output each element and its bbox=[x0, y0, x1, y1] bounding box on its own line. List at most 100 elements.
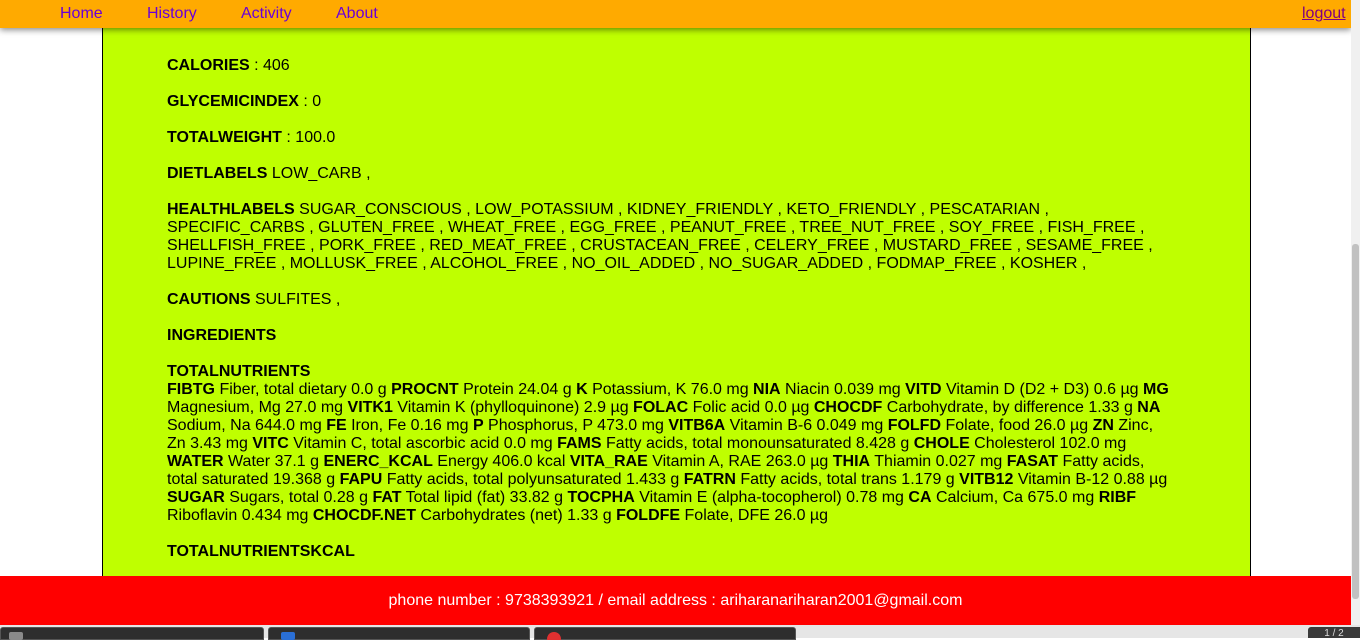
app-icon bbox=[281, 632, 295, 640]
total-weight-row: TOTALWEIGHT : 100.0 bbox=[167, 129, 1173, 147]
total-nutrients-label: TOTALNUTRIENTS bbox=[167, 363, 311, 380]
calories-label: CALORIES bbox=[167, 57, 250, 74]
nutrition-panel: CALORIES : 406 GLYCEMICINDEX : 0 TOTALWE… bbox=[102, 0, 1251, 576]
total-weight-value: : 100.0 bbox=[281, 129, 336, 146]
nutrient-code: CHOLE bbox=[913, 435, 970, 452]
nutrient-code: SUGAR bbox=[167, 489, 225, 506]
nutrient-description: Riboflavin 0.434 mg bbox=[167, 507, 313, 524]
nav-history-link[interactable]: History bbox=[147, 5, 197, 23]
nutrient-code: P bbox=[472, 417, 484, 434]
nutrient-code: VITC bbox=[252, 435, 289, 452]
nutrient-code: VITB12 bbox=[959, 471, 1014, 488]
nutrient-description: Vitamin D (D2 + D3) 0.6 µg bbox=[941, 381, 1144, 398]
scrollbar-thumb[interactable] bbox=[1352, 244, 1359, 599]
nutrient-description: Potassium, K 76.0 mg bbox=[587, 381, 754, 398]
nutrient-description: Sodium, Na 644.0 mg bbox=[167, 417, 327, 434]
nutrient-description: Vitamin K (phylloquinone) 2.9 µg bbox=[392, 399, 634, 416]
top-navbar: Home History Activity About logout bbox=[0, 0, 1351, 28]
nutrient-description: Fatty acids, total trans 1.179 g bbox=[735, 471, 960, 488]
nutrient-code: K bbox=[576, 381, 588, 398]
glycemic-index-value: : 0 bbox=[298, 93, 322, 110]
diet-labels-row: DIETLABELS LOW_CARB , bbox=[167, 165, 1173, 183]
logout-link[interactable]: logout bbox=[1302, 5, 1346, 23]
health-labels-label: HEALTHLABELS bbox=[167, 201, 295, 218]
nutrient-description: Total lipid (fat) 33.82 g bbox=[401, 489, 568, 506]
nav-about-link[interactable]: About bbox=[336, 5, 378, 23]
glycemic-index-row: GLYCEMICINDEX : 0 bbox=[167, 93, 1173, 111]
calories-row: CALORIES : 406 bbox=[167, 57, 1173, 75]
nutrient-code: VITB6A bbox=[668, 417, 726, 434]
health-labels-row: HEALTHLABELS SUGAR_CONSCIOUS , LOW_POTAS… bbox=[167, 201, 1173, 273]
contact-text: phone number : 9738393921 / email addres… bbox=[388, 592, 963, 609]
total-nutrients-kcal-row: TOTALNUTRIENTSKCAL bbox=[167, 543, 1173, 561]
nutrient-description: Fiber, total dietary 0.0 g bbox=[215, 381, 392, 398]
nutrient-description: Vitamin A, RAE 263.0 µg bbox=[647, 453, 833, 470]
page-scrollbar[interactable] bbox=[1351, 0, 1360, 625]
nutrient-code: FAT bbox=[372, 489, 402, 506]
nutrient-description: Sugars, total 0.28 g bbox=[224, 489, 373, 506]
total-nutrients-kcal-label: TOTALNUTRIENTSKCAL bbox=[167, 543, 355, 560]
nutrient-code: PROCNT bbox=[391, 381, 459, 398]
nutrient-code: FATRN bbox=[683, 471, 736, 488]
cautions-label: CAUTIONS bbox=[167, 291, 251, 308]
nutrient-code: FOLAC bbox=[633, 399, 689, 416]
total-nutrients-row: TOTALNUTRIENTS FIBTG Fiber, total dietary… bbox=[167, 363, 1173, 525]
nav-home-link[interactable]: Home bbox=[60, 5, 103, 23]
nutrient-description: Vitamin B-6 0.049 mg bbox=[725, 417, 888, 434]
nutrient-code: FOLFD bbox=[887, 417, 942, 434]
workspace-pager[interactable]: 1 / 2 bbox=[1308, 627, 1360, 639]
nutrient-description: Carbohydrate, by difference 1.33 g bbox=[882, 399, 1138, 416]
nutrient-description: Energy 406.0 kcal bbox=[432, 453, 570, 470]
nutrient-description: Niacin 0.039 mg bbox=[780, 381, 906, 398]
nutrient-code: VITA_RAE bbox=[569, 453, 648, 470]
nutrient-code: FE bbox=[326, 417, 347, 434]
nutrient-code: NIA bbox=[753, 381, 781, 398]
nutrient-code: CHOCDF.NET bbox=[312, 507, 416, 524]
nutrient-description: Cholesterol 102.0 mg bbox=[969, 435, 1127, 452]
nutrient-description: Vitamin E (alpha-tocopherol) 0.78 mg bbox=[634, 489, 909, 506]
glycemic-index-label: GLYCEMICINDEX bbox=[167, 93, 299, 110]
nutrient-description: Calcium, Ca 675.0 mg bbox=[931, 489, 1099, 506]
nutrient-code: FASAT bbox=[1006, 453, 1059, 470]
nutrient-code: FAPU bbox=[339, 471, 383, 488]
taskbar-window-2[interactable] bbox=[268, 627, 530, 640]
nutrient-description: Magnesium, Mg 27.0 mg bbox=[167, 399, 348, 416]
nutrient-description: Protein 24.04 g bbox=[458, 381, 577, 398]
nutrient-code: FIBTG bbox=[167, 381, 215, 398]
nutrient-code: WATER bbox=[167, 453, 224, 470]
ingredients-row: INGREDIENTS bbox=[167, 327, 1173, 345]
nutrient-code: VITK1 bbox=[347, 399, 393, 416]
nutrient-code: ENERC_KCAL bbox=[323, 453, 433, 470]
cautions-row: CAUTIONS SULFITES , bbox=[167, 291, 1173, 309]
nutrient-code: MG bbox=[1143, 381, 1169, 398]
cautions-value: SULFITES , bbox=[250, 291, 341, 308]
taskbar-window-3[interactable] bbox=[534, 627, 796, 640]
nutrient-description: Carbohydrates (net) 1.33 g bbox=[415, 507, 617, 524]
folder-icon bbox=[9, 632, 23, 640]
total-weight-label: TOTALWEIGHT bbox=[167, 129, 282, 146]
nutrient-description: Iron, Fe 0.16 mg bbox=[346, 417, 473, 434]
browser-icon bbox=[547, 632, 561, 640]
nutrient-code: RIBF bbox=[1098, 489, 1137, 506]
taskbar-window-1[interactable] bbox=[0, 627, 264, 640]
nutrient-code: CHOCDF bbox=[813, 399, 883, 416]
nutrient-code: NA bbox=[1137, 399, 1161, 416]
nutrient-description: Folic acid 0.0 µg bbox=[688, 399, 814, 416]
nutrient-description: Fatty acids, total monounsaturated 8.428… bbox=[601, 435, 914, 452]
nutrient-code: THIA bbox=[832, 453, 871, 470]
nutrient-code: TOCPHA bbox=[567, 489, 635, 506]
nutrient-code: CA bbox=[908, 489, 932, 506]
ingredients-label: INGREDIENTS bbox=[167, 327, 277, 344]
nutrient-description: Vitamin B-12 0.88 µg bbox=[1013, 471, 1168, 488]
workspace-pager-text: 1 / 2 bbox=[1324, 628, 1344, 639]
nutrient-description: Vitamin C, total ascorbic acid 0.0 mg bbox=[288, 435, 558, 452]
os-taskbar: 1 / 2 bbox=[0, 625, 1360, 640]
nav-activity-link[interactable]: Activity bbox=[241, 5, 292, 23]
nutrient-code: VITD bbox=[905, 381, 942, 398]
nutrient-code: FAMS bbox=[557, 435, 602, 452]
nutrition-details: CALORIES : 406 GLYCEMICINDEX : 0 TOTALWE… bbox=[167, 57, 1173, 576]
nutrient-code: ZN bbox=[1092, 417, 1114, 434]
nutrient-description: Folate, food 26.0 µg bbox=[941, 417, 1093, 434]
nutrient-description: Water 37.1 g bbox=[223, 453, 324, 470]
diet-labels-value: LOW_CARB , bbox=[267, 165, 371, 182]
